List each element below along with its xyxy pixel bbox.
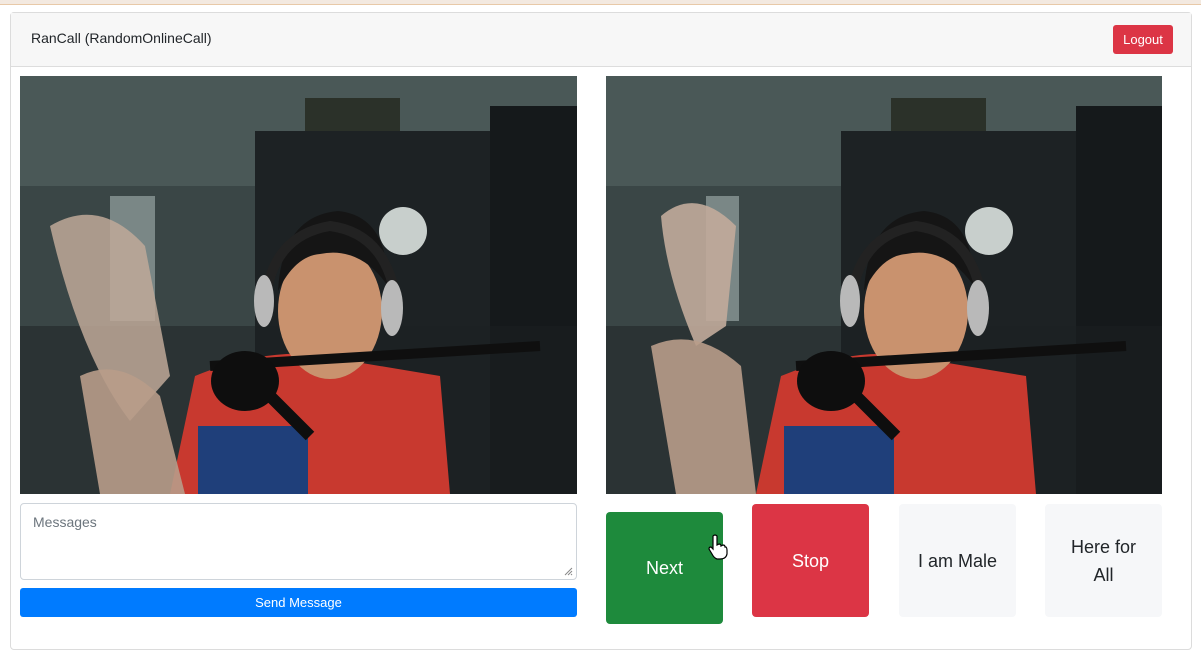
send-message-button[interactable]: Send Message (20, 588, 577, 617)
here-for-all-button[interactable]: Here for All (1045, 504, 1162, 617)
gender-male-button[interactable]: I am Male (899, 504, 1016, 617)
local-video-frame (20, 76, 577, 494)
stop-button[interactable]: Stop (752, 504, 869, 617)
resize-grip-icon[interactable] (563, 566, 573, 576)
messages-placeholder: Messages (33, 514, 97, 530)
remote-video (606, 76, 1162, 494)
app-title: RanCall (RandomOnlineCall) (31, 30, 212, 46)
window-top-edge (0, 0, 1201, 5)
messages-input[interactable]: Messages (20, 503, 577, 580)
app-header: RanCall (RandomOnlineCall) Logout (11, 13, 1191, 67)
hand-pointer-icon (708, 534, 728, 560)
next-button[interactable]: Next (606, 512, 723, 624)
local-video (20, 76, 577, 494)
remote-video-frame (606, 76, 1162, 494)
logout-button[interactable]: Logout (1113, 25, 1173, 54)
